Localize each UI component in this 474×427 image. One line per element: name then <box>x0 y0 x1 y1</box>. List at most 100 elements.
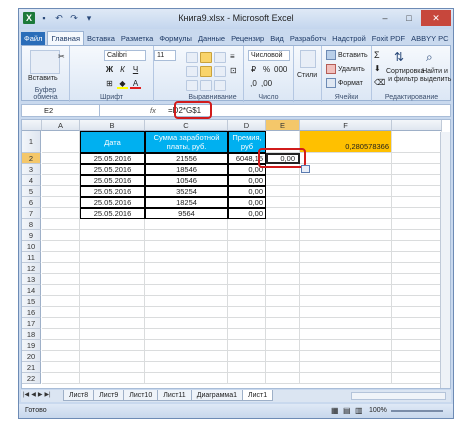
grid-cell[interactable] <box>392 208 442 219</box>
paste-icon[interactable] <box>30 50 60 74</box>
grid-cell[interactable] <box>392 131 442 153</box>
grid-cell[interactable] <box>266 252 300 263</box>
grid-cell[interactable] <box>266 263 300 274</box>
grid-cell[interactable] <box>300 197 392 208</box>
grid-cell[interactable] <box>300 329 392 340</box>
tab-foxit[interactable]: Foxit PDF <box>369 32 408 45</box>
grid-cell[interactable] <box>266 296 300 307</box>
font-name-select[interactable]: Calibri <box>104 50 146 61</box>
grid-cell[interactable] <box>266 208 300 219</box>
row-header[interactable]: 20 <box>22 351 41 362</box>
grid-cell[interactable] <box>228 307 266 318</box>
tab-developer[interactable]: Разработч <box>287 32 329 45</box>
row-header[interactable]: 7 <box>22 208 41 219</box>
grid-cell[interactable] <box>42 296 80 307</box>
grid-cell[interactable] <box>80 340 145 351</box>
bonus-cell[interactable]: 0,00 <box>228 186 266 197</box>
column-header-f[interactable]: F <box>300 120 392 131</box>
sheet-tab[interactable]: Лист9 <box>93 390 125 401</box>
font-size-select[interactable]: 11 <box>154 50 176 61</box>
grid-cell[interactable] <box>145 351 228 362</box>
date-cell[interactable]: 25.05.2016 <box>80 153 145 164</box>
grid-cell[interactable] <box>300 241 392 252</box>
sheet-tab[interactable]: Лист10 <box>123 390 159 401</box>
grid-cell[interactable] <box>228 285 266 296</box>
row-header[interactable]: 14 <box>22 285 41 296</box>
grid-cell[interactable] <box>392 351 442 362</box>
grid-cell[interactable] <box>300 296 392 307</box>
salary-cell[interactable]: 35254 <box>145 186 228 197</box>
sheet-tab[interactable]: Лист11 <box>157 390 192 401</box>
format-cells-button[interactable]: Формат <box>326 78 363 88</box>
row-header[interactable]: 11 <box>22 252 41 263</box>
fill-color-icon[interactable]: ◆ <box>117 78 128 89</box>
grid-cell[interactable] <box>300 208 392 219</box>
row-header[interactable]: 16 <box>22 307 41 318</box>
tab-abbyy[interactable]: ABBYY PC <box>408 32 451 45</box>
tab-file[interactable]: Файл <box>21 32 46 45</box>
grid-cell[interactable] <box>392 362 442 373</box>
row-header[interactable]: 21 <box>22 362 41 373</box>
page-layout-view-icon[interactable]: ▤ <box>343 406 351 415</box>
grid-cell[interactable] <box>42 230 80 241</box>
paste-button[interactable]: Вставить <box>28 75 58 82</box>
last-sheet-icon[interactable]: ▶| <box>44 391 50 398</box>
grid-cell[interactable] <box>228 252 266 263</box>
grid-cell[interactable] <box>300 274 392 285</box>
grid-cell[interactable] <box>80 373 145 384</box>
page-break-view-icon[interactable]: ▥ <box>355 406 363 415</box>
zoom-level[interactable]: 100% <box>369 407 387 414</box>
grid-cell[interactable] <box>42 186 80 197</box>
decrease-decimal-icon[interactable]: ,00 <box>261 78 272 89</box>
grid-cell[interactable] <box>392 230 442 241</box>
cell-f1[interactable]: 0,280578366 <box>300 131 392 153</box>
vertical-scrollbar[interactable] <box>440 132 450 388</box>
zoom-slider[interactable] <box>391 410 443 412</box>
grid-cell[interactable] <box>42 329 80 340</box>
row-header[interactable]: 18 <box>22 329 41 340</box>
bonus-cell[interactable]: 0,00 <box>228 197 266 208</box>
tab-review[interactable]: Рецензир <box>228 32 267 45</box>
column-header-a[interactable]: A <box>42 120 80 131</box>
grid-cell[interactable] <box>300 351 392 362</box>
grid-cell[interactable] <box>266 329 300 340</box>
grid-cell[interactable] <box>392 219 442 230</box>
row-header[interactable]: 1 <box>22 131 41 153</box>
salary-cell[interactable]: 18254 <box>145 197 228 208</box>
clear-icon[interactable]: ⌫ <box>374 78 385 87</box>
grid-cell[interactable] <box>266 241 300 252</box>
grid-cell[interactable] <box>392 197 442 208</box>
grid-cell[interactable] <box>80 219 145 230</box>
grid-cell[interactable] <box>228 241 266 252</box>
grid-cell[interactable] <box>266 351 300 362</box>
grid-cell[interactable] <box>266 340 300 351</box>
grid-cell[interactable] <box>266 373 300 384</box>
grid-cell[interactable] <box>392 340 442 351</box>
percent-icon[interactable]: % <box>261 64 272 75</box>
grid-cell[interactable] <box>266 318 300 329</box>
row-header[interactable]: 5 <box>22 186 41 197</box>
align-middle-icon[interactable] <box>200 52 212 63</box>
date-cell[interactable]: 25.05.2016 <box>80 186 145 197</box>
grid-cell[interactable] <box>42 274 80 285</box>
grid-cell[interactable] <box>80 241 145 252</box>
grid-cell[interactable] <box>392 263 442 274</box>
grid-cell[interactable] <box>228 351 266 362</box>
grid-cell[interactable] <box>145 285 228 296</box>
grid-cell[interactable] <box>266 285 300 296</box>
grid-cell[interactable] <box>80 351 145 362</box>
align-top-icon[interactable] <box>186 52 198 63</box>
grid-cell[interactable] <box>300 362 392 373</box>
grid-cell[interactable] <box>145 241 228 252</box>
row-header[interactable]: 19 <box>22 340 41 351</box>
grid-cell[interactable] <box>42 351 80 362</box>
grid-cell[interactable] <box>80 329 145 340</box>
bonus-cell[interactable]: 0,00 <box>228 208 266 219</box>
grid-cell[interactable] <box>300 285 392 296</box>
grid-cell[interactable] <box>266 175 300 186</box>
grid-cell[interactable] <box>145 252 228 263</box>
grid-cell[interactable] <box>80 274 145 285</box>
styles-button[interactable]: Стили <box>297 72 317 79</box>
find-select-icon[interactable]: ⌕ <box>426 50 433 65</box>
grid-cell[interactable] <box>80 230 145 241</box>
